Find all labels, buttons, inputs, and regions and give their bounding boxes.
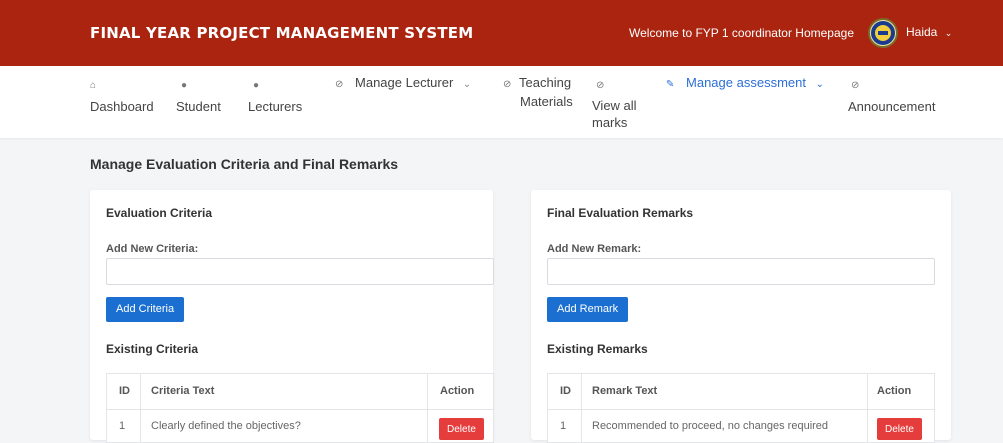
nav-item-lecturers[interactable]: ● Lecturers [248,75,302,115]
avatar[interactable] [868,18,898,48]
nav-label-2: Materials [520,94,573,109]
row-id: 1 [560,420,567,432]
chevron-down-icon: ⌄ [944,28,953,38]
criteria-card-title: Evaluation Criteria [106,206,213,220]
chevron-down-icon: ⌄ [462,79,472,90]
chevron-down-icon: ⌄ [815,79,824,90]
nav-item-announcement[interactable]: ⊘ Announcement [848,75,935,115]
users-icon: ● [181,80,188,91]
user-menu[interactable]: Haida ⌄ [906,25,952,39]
welcome-text: Welcome to FYP 1 coordinator Homepage [629,26,855,40]
column-divider [581,374,582,442]
existing-criteria-title: Existing Criteria [106,342,199,356]
top-header: FINAL YEAR PROJECT MANAGEMENT SYSTEM Wel… [0,0,1003,66]
remarks-card-title: Final Evaluation Remarks [547,206,694,220]
new-criteria-input[interactable] [106,258,494,285]
nav-item-view-all-marks[interactable]: ⊘ View all marks [592,75,637,131]
home-icon: ⌂ [90,80,97,91]
nav-label: Manage Lecturer [355,75,454,90]
row-text: Clearly defined the objectives? [151,420,301,432]
circle-icon: ⊘ [503,79,512,90]
column-header-action: Action [440,385,475,397]
nav-label: Teaching [519,75,572,90]
main-nav: ⌂ Dashboard ● Student ● Lecturers ⊘ Mana… [0,66,1003,138]
criteria-table: ID Criteria Text Action 1 Clearly define… [106,373,494,443]
column-divider [140,374,141,442]
add-criteria-button[interactable]: Add Criteria [106,297,185,322]
column-header-text: Criteria Text [151,385,215,397]
delete-button[interactable]: Delete [877,418,922,440]
nav-item-manage-assessment[interactable]: ✎ Manage assessment ⌄ [666,74,824,93]
users-icon: ● [253,80,260,91]
nav-item-dashboard[interactable]: ⌂ Dashboard [90,75,154,115]
circle-icon: ⊘ [596,80,605,91]
add-remark-button[interactable]: Add Remark [547,297,629,322]
app-title: FINAL YEAR PROJECT MANAGEMENT SYSTEM [90,24,474,42]
nav-label: Lecturers [248,99,303,114]
university-logo-icon [871,21,895,45]
criteria-card: Evaluation Criteria Add New Criteria: Ad… [90,190,494,443]
nav-item-manage-lecturer[interactable]: ⊘ Manage Lecturer ⌄ [335,74,471,93]
column-header-id: ID [560,385,571,397]
circle-icon: ⊘ [335,79,344,90]
column-header-text: Remark Text [592,385,658,397]
nav-label-2: marks [592,115,628,130]
remarks-card: Final Evaluation Remarks Add New Remark:… [531,190,951,443]
column-divider [427,374,428,442]
row-id: 1 [119,420,126,432]
add-criteria-label: Add New Criteria: [106,243,199,255]
nav-label: View all [592,98,637,113]
remarks-table: ID Remark Text Action 1 Recommended to p… [547,373,935,443]
page-title: Manage Evaluation Criteria and Final Rem… [90,156,399,172]
nav-item-teaching-materials[interactable]: ⊘ Teaching Materials [503,74,573,110]
nav-label: Announcement [848,99,936,114]
nav-item-student[interactable]: ● Student [176,75,221,115]
nav-label: Dashboard [90,99,154,114]
delete-button[interactable]: Delete [439,418,484,440]
column-header-action: Action [877,385,912,397]
add-remark-label: Add New Remark: [547,243,642,255]
column-divider [867,374,868,442]
nav-label: Student [176,99,221,114]
pencil-icon: ✎ [666,79,675,90]
column-header-id: ID [119,385,130,397]
nav-label: Manage assessment [686,75,806,90]
circle-icon: ⊘ [851,80,860,91]
user-name: Haida [906,25,938,39]
row-text: Recommended to proceed, no changes requi… [592,420,829,432]
existing-remarks-title: Existing Remarks [547,342,648,356]
new-remark-input[interactable] [547,258,935,285]
